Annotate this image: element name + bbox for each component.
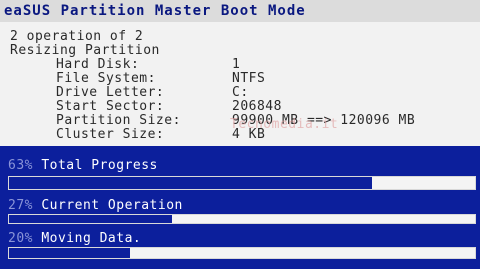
current-operation-percent: 27% — [8, 198, 33, 213]
total-progress-fill — [9, 177, 373, 189]
moving-data-percent: 20% — [8, 231, 33, 246]
total-progress-text: Total Progress — [41, 158, 158, 173]
operation-header: 2 operation of 2 — [10, 29, 144, 44]
total-progress-bar — [8, 176, 476, 190]
field-label-start-sector: Start Sector: — [56, 99, 165, 114]
moving-data-fill — [9, 248, 131, 258]
field-label-partition-size: Partition Size: — [56, 113, 181, 128]
total-progress-section: 63% Total Progress — [0, 152, 480, 192]
field-value-drive-letter: C: — [232, 85, 249, 100]
total-progress-percent: 63% — [8, 158, 33, 173]
field-label-hard-disk: Hard Disk: — [56, 57, 140, 72]
moving-data-label: 20% Moving Data. — [8, 231, 141, 247]
current-operation-bar — [8, 214, 476, 224]
title-bar: eaSUS Partition Master Boot Mode — [0, 0, 480, 22]
field-label-cluster-size: Cluster Size: — [56, 127, 165, 142]
current-operation-label: 27% Current Operation — [8, 198, 183, 214]
current-operation-fill — [9, 215, 173, 223]
moving-data-bar — [8, 247, 476, 259]
total-progress-label: 63% Total Progress — [8, 158, 158, 174]
field-label-drive-letter: Drive Letter: — [56, 85, 165, 100]
field-value-file-system: NTFS — [232, 71, 266, 86]
watermark: Tecnomedia.it — [230, 117, 339, 132]
current-operation-section: 27% Current Operation — [0, 194, 480, 228]
field-label-file-system: File System: — [56, 71, 156, 86]
current-operation-text: Current Operation — [41, 198, 183, 213]
operation-action: Resizing Partition — [10, 43, 160, 58]
field-value-hard-disk: 1 — [232, 57, 241, 72]
field-value-start-sector: 206848 — [232, 99, 282, 114]
operation-info-panel: 2 operation of 2 Resizing Partition Hard… — [0, 22, 480, 146]
moving-data-text: Moving Data. — [41, 231, 142, 246]
window-title: eaSUS Partition Master Boot Mode — [4, 3, 306, 19]
moving-data-section: 20% Moving Data. — [0, 229, 480, 269]
